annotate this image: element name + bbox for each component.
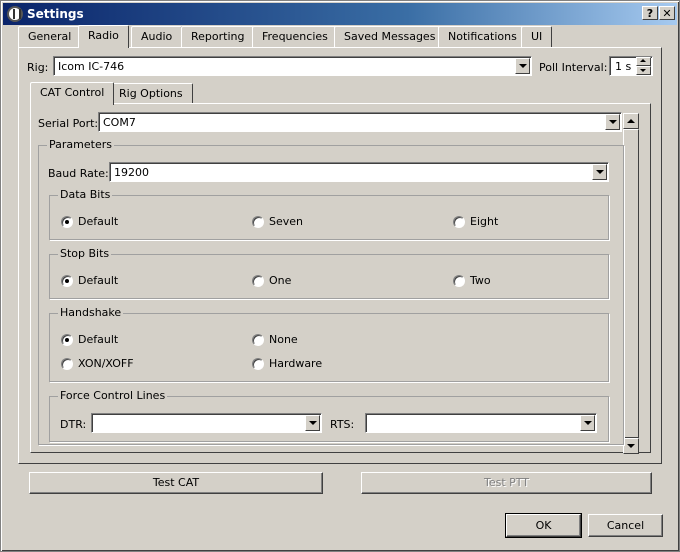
stop-bits-title: Stop Bits <box>58 247 112 260</box>
data-bits-title: Data Bits <box>58 188 113 201</box>
force-control-lines-title: Force Control Lines <box>58 389 168 402</box>
chevron-down-icon[interactable] <box>592 164 607 180</box>
tab-ui[interactable]: UI <box>521 26 553 47</box>
poll-interval-label: Poll Interval: <box>539 61 608 74</box>
test-cat-button[interactable]: Test CAT <box>29 472 323 494</box>
rig-select[interactable]: Icom IC-746 <box>53 56 532 76</box>
radio-label: Eight <box>470 215 499 228</box>
subtab-cat-control[interactable]: CAT Control <box>30 82 115 105</box>
radio-label: Default <box>78 333 119 346</box>
chevron-down-icon[interactable] <box>515 58 530 74</box>
parameters-title: Parameters <box>47 138 114 151</box>
radio-label: Default <box>78 274 119 287</box>
tab-frequencies[interactable]: Frequencies <box>252 26 338 47</box>
title-bar[interactable]: Settings ? ✕ <box>3 3 677 25</box>
dtr-label: DTR: <box>60 418 87 431</box>
scroll-up-icon[interactable] <box>623 113 639 129</box>
baud-rate-value: 19200 <box>114 166 149 179</box>
rts-label: RTS: <box>330 418 355 431</box>
cancel-button[interactable]: Cancel <box>588 514 663 537</box>
tab-saved-messages[interactable]: Saved Messages <box>334 26 446 47</box>
data-bits-group: Data Bits <box>49 188 609 240</box>
radio-checked-icon <box>61 275 73 287</box>
scroll-thumb[interactable] <box>623 129 639 438</box>
spin-down-icon[interactable] <box>636 66 651 75</box>
chevron-down-icon[interactable] <box>580 415 595 431</box>
rig-label: Rig: <box>27 61 49 74</box>
radio-label: Hardware <box>269 357 323 370</box>
radio-unchecked-icon <box>453 275 465 287</box>
test-ptt-button[interactable]: Test PTT <box>361 472 652 494</box>
serial-port-label: Serial Port: <box>38 117 99 130</box>
tab-radio[interactable]: Radio <box>78 25 129 48</box>
rig-value: Icom IC-746 <box>58 60 125 73</box>
baud-rate-select[interactable]: 19200 <box>109 162 609 182</box>
app-icon <box>7 6 23 22</box>
radio-unchecked-icon <box>252 216 264 228</box>
radio-label: Default <box>78 215 119 228</box>
serial-port-select[interactable]: COM7 <box>98 112 622 132</box>
window-title: Settings <box>27 7 84 21</box>
tab-reporting[interactable]: Reporting <box>181 26 255 47</box>
radio-unchecked-icon <box>61 358 73 370</box>
handshake-title: Handshake <box>58 306 124 319</box>
scroll-down-icon[interactable] <box>623 438 639 454</box>
radio-unchecked-icon <box>252 275 264 287</box>
close-button[interactable]: ✕ <box>659 6 675 20</box>
radio-label: One <box>269 274 292 287</box>
radio-unchecked-icon <box>453 216 465 228</box>
radio-checked-icon <box>61 216 73 228</box>
subtab-rig-options[interactable]: Rig Options <box>109 83 193 104</box>
baud-rate-label: Baud Rate: <box>48 167 109 180</box>
spin-up-icon[interactable] <box>636 57 651 66</box>
tab-notifications[interactable]: Notifications <box>438 26 527 47</box>
radio-unchecked-icon <box>252 334 264 346</box>
settings-window: Settings ? ✕ General Radio Audio Reporti… <box>0 0 680 552</box>
radio-label: Two <box>470 274 491 287</box>
radio-unchecked-icon <box>252 358 264 370</box>
radio-label: None <box>269 333 298 346</box>
serial-port-value: COM7 <box>103 116 136 129</box>
ok-button[interactable]: OK <box>505 513 582 538</box>
chevron-down-icon[interactable] <box>605 114 620 130</box>
dtr-select[interactable] <box>91 413 322 433</box>
stop-bits-group: Stop Bits <box>49 247 609 299</box>
handshake-group: Handshake <box>49 306 609 382</box>
vertical-scrollbar[interactable] <box>623 113 639 454</box>
poll-interval-spinbox[interactable]: 1 s <box>609 56 653 76</box>
tab-audio[interactable]: Audio <box>131 26 183 47</box>
help-button[interactable]: ? <box>642 6 658 20</box>
chevron-down-icon[interactable] <box>305 415 320 431</box>
radio-label: XON/XOFF <box>78 357 134 370</box>
rts-select[interactable] <box>365 413 597 433</box>
tab-general[interactable]: General <box>18 26 82 47</box>
radio-label: Seven <box>269 215 303 228</box>
radio-checked-icon <box>61 334 73 346</box>
poll-interval-value: 1 s <box>615 60 632 73</box>
